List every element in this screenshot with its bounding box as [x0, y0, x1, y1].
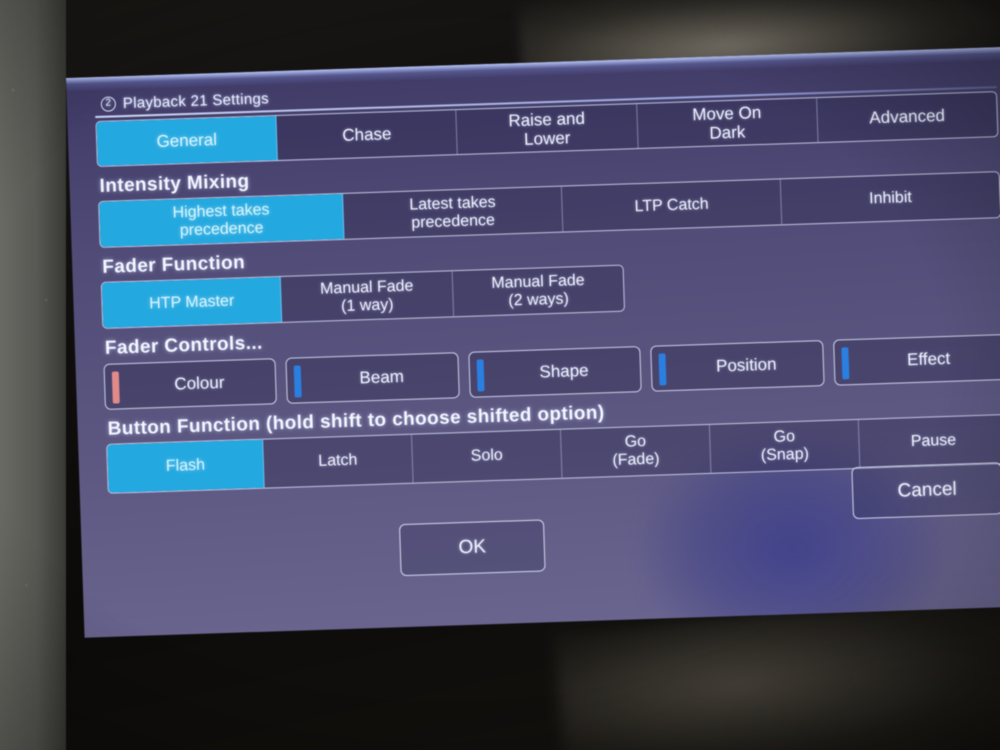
- fader-control-position-label: Position: [715, 354, 777, 376]
- shape-indicator-bar: [476, 359, 485, 392]
- effect-indicator-bar: [840, 347, 850, 380]
- fader-control-effect[interactable]: Effect: [832, 334, 1000, 386]
- option-flash[interactable]: Flash: [107, 439, 265, 493]
- desk-surface: [0, 0, 66, 750]
- option-go-snap[interactable]: Go (Snap): [709, 419, 861, 473]
- tab-advanced[interactable]: Advanced: [817, 92, 998, 142]
- option-latest-takes-precedence[interactable]: Latest takes precedence: [343, 186, 564, 239]
- option-manual-fade-1-way[interactable]: Manual Fade (1 way): [281, 271, 454, 322]
- tab-general[interactable]: General: [96, 116, 279, 166]
- fader-control-shape-label: Shape: [539, 360, 589, 382]
- fader-control-colour[interactable]: Colour: [103, 358, 278, 410]
- fader-control-shape[interactable]: Shape: [468, 346, 642, 398]
- position-indicator-bar: [658, 353, 667, 386]
- fader-control-effect-label: Effect: [906, 348, 951, 370]
- playback-number-icon: 2: [100, 95, 117, 112]
- cancel-button[interactable]: Cancel: [851, 462, 1000, 520]
- option-go-fade[interactable]: Go (Fade): [560, 424, 712, 478]
- option-latch[interactable]: Latch: [263, 434, 414, 488]
- tab-chase[interactable]: Chase: [276, 110, 459, 161]
- fader-control-position[interactable]: Position: [650, 340, 825, 392]
- option-ltp-catch[interactable]: LTP Catch: [561, 179, 783, 232]
- touchscreen: 2 Playback 21 Settings General Chase Rai…: [66, 46, 1000, 638]
- fader-control-beam[interactable]: Beam: [285, 352, 460, 404]
- colour-indicator-bar: [111, 371, 120, 404]
- option-highest-takes-precedence[interactable]: Highest takes precedence: [99, 193, 345, 247]
- option-solo[interactable]: Solo: [412, 429, 563, 483]
- option-manual-fade-2-ways[interactable]: Manual Fade (2 ways): [452, 266, 624, 317]
- option-pause[interactable]: Pause: [859, 415, 1000, 468]
- dialog-title: Playback 21 Settings: [122, 89, 270, 112]
- device-photo: 2 Playback 21 Settings General Chase Rai…: [0, 0, 1000, 750]
- tab-raise-and-lower[interactable]: Raise and Lower: [456, 104, 639, 155]
- beam-indicator-bar: [294, 365, 303, 398]
- playback-settings-dialog: 2 Playback 21 Settings General Chase Rai…: [95, 63, 1000, 613]
- option-inhibit[interactable]: Inhibit: [781, 172, 1000, 224]
- tab-move-on-dark[interactable]: Move On Dark: [636, 98, 819, 149]
- ok-button[interactable]: OK: [398, 519, 546, 577]
- fader-control-colour-label: Colour: [174, 372, 225, 394]
- fader-control-beam-label: Beam: [359, 366, 405, 388]
- option-htp-master[interactable]: HTP Master: [101, 276, 283, 328]
